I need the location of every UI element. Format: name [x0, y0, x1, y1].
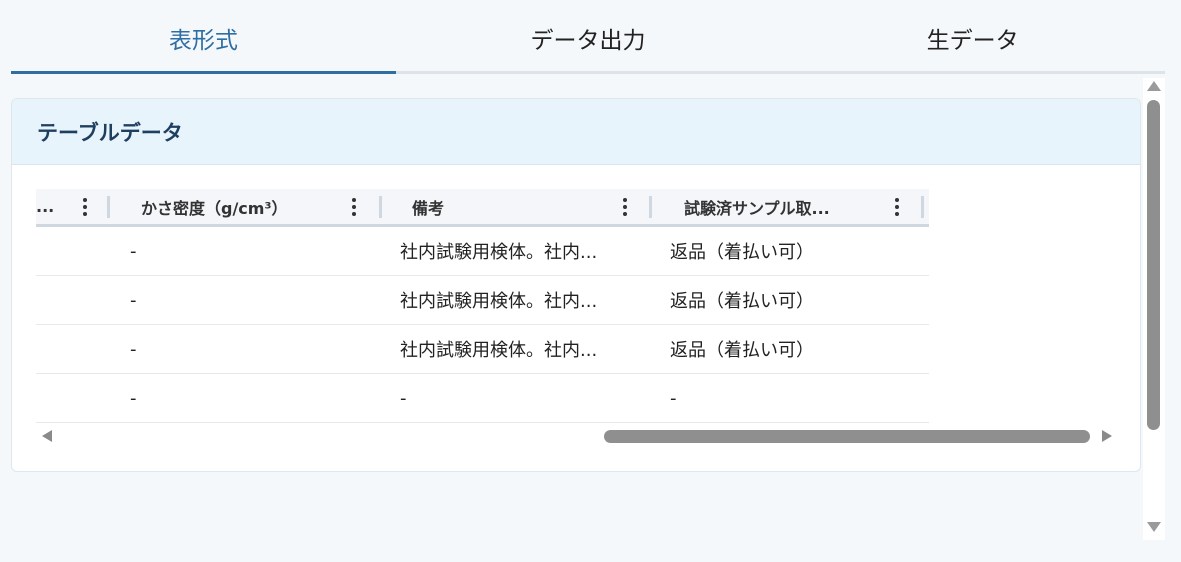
column-header-label: 備考: [412, 198, 445, 218]
vertical-scrollbar[interactable]: [1143, 78, 1165, 540]
cell-bulk-density: -: [130, 387, 137, 409]
scroll-left-icon[interactable]: [42, 430, 52, 442]
column-header-truncated[interactable]: ...: [36, 189, 110, 224]
cell-remarks: -: [400, 387, 407, 409]
horizontal-scrollbar[interactable]: [40, 421, 1112, 451]
tab-bar: 表形式 データ出力 生データ: [11, 0, 1165, 74]
column-menu-icon[interactable]: [622, 198, 628, 216]
column-resize-handle[interactable]: [921, 196, 924, 218]
table-row[interactable]: - - -: [36, 374, 929, 423]
column-header-label: ...: [36, 197, 55, 216]
data-grid: ... かさ密度（g/cm³） 備考 試験済サンプル取... - 社内試験用検体…: [36, 189, 929, 423]
cell-tested-sample: 返品（着払い可）: [670, 340, 814, 361]
cell-remarks: 社内試験用検体。社内...: [400, 291, 598, 312]
column-menu-icon[interactable]: [894, 198, 900, 216]
column-header-label: 試験済サンプル取...: [684, 198, 830, 218]
table-data-card: テーブルデータ ... かさ密度（g/cm³） 備考 試験済サンプル取... -…: [11, 98, 1141, 472]
vertical-scroll-thumb[interactable]: [1147, 100, 1160, 430]
cell-remarks: 社内試験用検体。社内...: [400, 242, 598, 263]
table-row[interactable]: - 社内試験用検体。社内... 返品（着払い可）: [36, 227, 929, 276]
tab-data-output[interactable]: データ出力: [396, 0, 781, 71]
tab-raw-data[interactable]: 生データ: [780, 0, 1165, 71]
column-header-bulk-density[interactable]: かさ密度（g/cm³）: [110, 189, 382, 224]
cell-remarks: 社内試験用検体。社内...: [400, 340, 598, 361]
cell-tested-sample: 返品（着払い可）: [670, 242, 814, 263]
column-header-label: かさ密度（g/cm³）: [141, 198, 288, 218]
cell-bulk-density: -: [130, 289, 137, 311]
card-title: テーブルデータ: [12, 99, 1140, 165]
cell-tested-sample: -: [670, 387, 677, 409]
table-row[interactable]: - 社内試験用検体。社内... 返品（着払い可）: [36, 276, 929, 325]
cell-tested-sample: 返品（着払い可）: [670, 291, 814, 312]
horizontal-scroll-thumb[interactable]: [604, 430, 1090, 443]
column-menu-icon[interactable]: [351, 198, 357, 216]
scroll-right-icon[interactable]: [1102, 430, 1112, 442]
scroll-up-icon[interactable]: [1147, 81, 1161, 91]
cell-bulk-density: -: [130, 240, 137, 262]
grid-header-row: ... かさ密度（g/cm³） 備考 試験済サンプル取...: [36, 189, 929, 227]
cell-bulk-density: -: [130, 338, 137, 360]
column-menu-icon[interactable]: [82, 198, 88, 216]
tab-table-format[interactable]: 表形式: [11, 0, 396, 74]
table-row[interactable]: - 社内試験用検体。社内... 返品（着払い可）: [36, 325, 929, 374]
column-header-remarks[interactable]: 備考: [382, 189, 652, 224]
scroll-down-icon[interactable]: [1147, 522, 1161, 532]
column-header-tested-sample[interactable]: 試験済サンプル取...: [652, 189, 924, 224]
